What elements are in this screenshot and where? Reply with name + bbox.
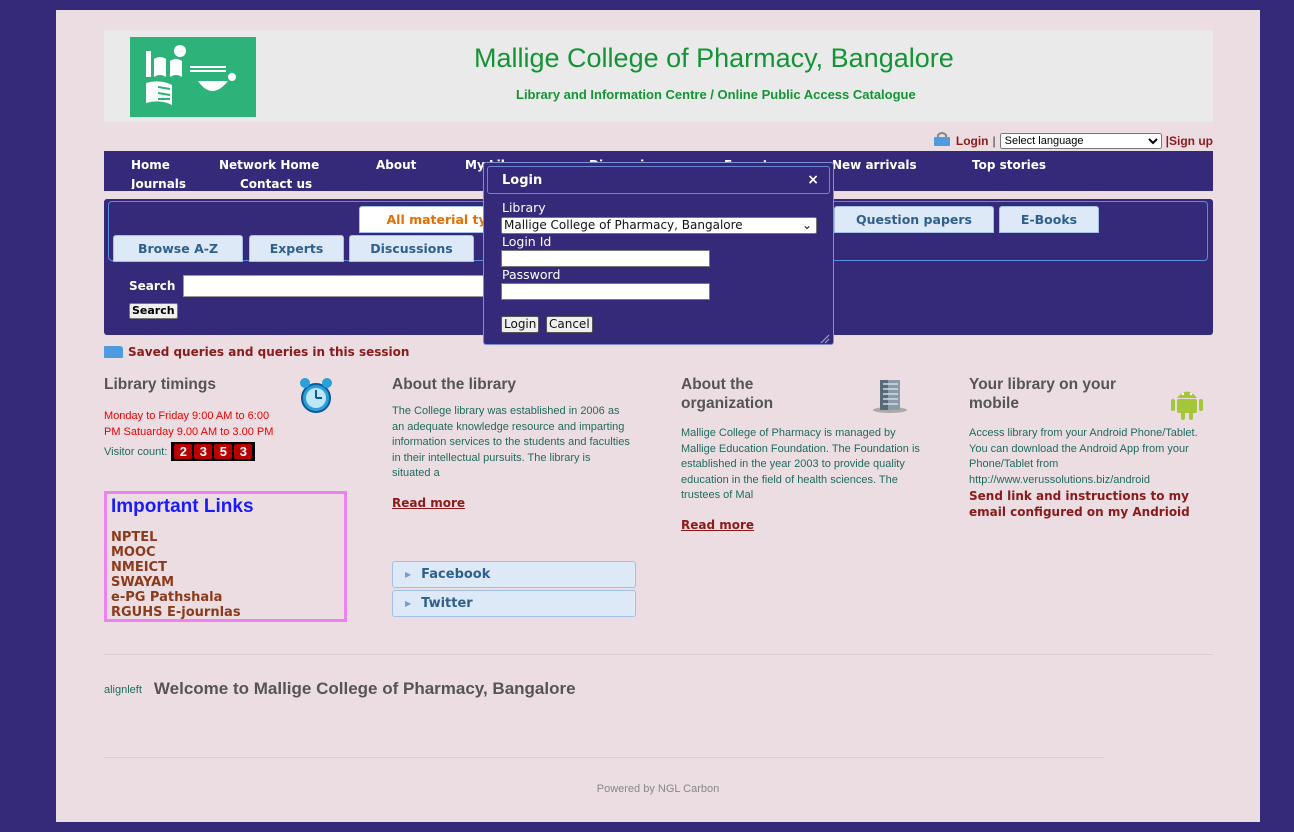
visitor-label: Visitor count: (104, 445, 168, 458)
reader-bowl-icon (146, 45, 236, 105)
timings-text: Monday to Friday 9:00 AM to 6:00 PM Satu… (104, 410, 274, 438)
about-library-text: The College library was established in 2… (392, 405, 630, 480)
about-library-column: About the library The College library wa… (392, 375, 642, 512)
login-dialog-titlebar[interactable]: Login × (487, 166, 830, 194)
search-input[interactable] (183, 275, 488, 297)
password-label: Password (502, 267, 561, 282)
counter-digit: 3 (194, 444, 213, 460)
cancel-button[interactable]: Cancel (546, 316, 593, 333)
tab-question-papers[interactable]: Question papers (834, 206, 994, 233)
divider (104, 757, 1104, 758)
alarm-clock-icon (299, 377, 333, 420)
chevron-down-icon: ⌄ (801, 218, 812, 232)
twitter-button[interactable]: ▶ Twitter (392, 590, 636, 617)
twitter-label: Twitter (421, 596, 473, 611)
login-id-label: Login Id (502, 234, 552, 249)
about-library-read-more[interactable]: Read more (392, 496, 465, 510)
library-select-value: Mallige College of Pharmacy, Bangalore (504, 218, 743, 232)
visitor-count: Visitor count: 2 3 5 3 (104, 442, 354, 462)
tab-discussions[interactable]: Discussions (349, 235, 474, 262)
link-mooc[interactable]: MOOC (111, 545, 340, 560)
link-epg-pathshala[interactable]: e-PG Pathshala (111, 590, 340, 605)
about-org-title: About the organization (681, 376, 774, 412)
counter-digit: 3 (234, 444, 253, 460)
search-label: Search (129, 279, 176, 293)
signup-link[interactable]: |Sign up (1166, 134, 1213, 148)
about-org-text: Mallige College of Pharmacy is managed b… (681, 427, 920, 502)
mobile-column: Your library on your mobile Access libra… (969, 375, 1219, 520)
resize-handle[interactable] (820, 331, 830, 344)
welcome-heading: Welcome to Mallige College of Pharmacy, … (153, 679, 576, 698)
important-links-box: Important Links NPTEL MOOC NMEICT SWAYAM… (104, 491, 347, 622)
separator: | (992, 133, 996, 148)
login-id-field[interactable] (501, 250, 710, 267)
mobile-title: Your library on your mobile (969, 376, 1116, 412)
login-dialog: Login × Library Mallige College of Pharm… (483, 162, 834, 345)
about-library-title: About the library (392, 376, 517, 393)
library-select[interactable]: Mallige College of Pharmacy, Bangalore ⌄ (501, 217, 817, 234)
login-dialog-title: Login (502, 173, 543, 188)
library-label: Library (502, 200, 546, 215)
nav-network-home[interactable]: Network Home (219, 158, 319, 172)
important-links-title: Important Links (111, 496, 254, 517)
link-nptel[interactable]: NPTEL (111, 530, 340, 545)
mobile-text: Access library from your Android Phone/T… (969, 427, 1198, 486)
lock-icon (932, 132, 952, 149)
search-button[interactable]: Search (129, 303, 178, 319)
nav-home[interactable]: Home (131, 158, 170, 172)
alignleft-placeholder: alignleft (104, 684, 142, 696)
login-link[interactable]: Login (956, 134, 989, 148)
send-link-instructions[interactable]: Send link and instructions to my email c… (969, 488, 1204, 520)
saved-queries-label: Saved queries and queries in this sessio… (128, 345, 410, 359)
nav-contact-us[interactable]: Contact us (240, 177, 312, 189)
building-icon (871, 377, 909, 418)
language-select[interactable]: Select language (999, 132, 1162, 149)
counter-digit: 2 (174, 444, 193, 460)
important-links-list: NPTEL MOOC NMEICT SWAYAM e-PG Pathshala … (111, 530, 340, 620)
account-row: Login | Select language |Sign up (932, 132, 1213, 149)
folder-icon (104, 346, 123, 358)
about-org-read-more[interactable]: Read more (681, 518, 754, 532)
counter-digit: 5 (214, 444, 233, 460)
welcome-section: alignleft Welcome to Mallige College of … (104, 679, 594, 699)
tab-experts[interactable]: Experts (249, 235, 344, 262)
page: Mallige College of Pharmacy, Bangalore L… (56, 10, 1260, 822)
site-subtitle: Library and Information Centre / Online … (516, 87, 916, 102)
triangle-right-icon: ▶ (405, 599, 412, 608)
site-title: Mallige College of Pharmacy, Bangalore (474, 43, 954, 73)
saved-queries-link[interactable]: Saved queries and queries in this sessio… (104, 345, 409, 359)
link-rguhs-ejournals[interactable]: RGUHS E-journlas (111, 605, 340, 620)
password-field[interactable] (501, 283, 710, 300)
link-nmeict[interactable]: NMEICT (111, 560, 340, 575)
android-icon (1169, 385, 1205, 426)
site-header: Mallige College of Pharmacy, Bangalore L… (104, 30, 1213, 122)
facebook-label: Facebook (421, 567, 491, 582)
link-swayam[interactable]: SWAYAM (111, 575, 340, 590)
close-icon[interactable]: × (807, 172, 819, 188)
about-org-column: About the organization Mallige College o… (681, 375, 931, 534)
facebook-button[interactable]: ▶ Facebook (392, 561, 636, 588)
divider (104, 654, 1213, 655)
nav-new-arrivals[interactable]: New arrivals (832, 158, 917, 172)
timings-column: Library timings Monday to Friday 9:00 AM… (104, 375, 354, 462)
visitor-counter: 2 3 5 3 (171, 442, 256, 462)
college-logo[interactable] (130, 37, 256, 117)
nav-top-stories[interactable]: Top stories (972, 158, 1046, 172)
tab-e-books[interactable]: E-Books (999, 206, 1099, 233)
nav-journals[interactable]: Journals (131, 177, 186, 189)
nav-about[interactable]: About (376, 158, 416, 172)
login-button[interactable]: Login (501, 316, 540, 333)
tab-browse-a-z[interactable]: Browse A-Z (113, 235, 243, 262)
triangle-right-icon: ▶ (405, 570, 412, 579)
footer-powered-by: Powered by NGL Carbon (596, 783, 720, 795)
